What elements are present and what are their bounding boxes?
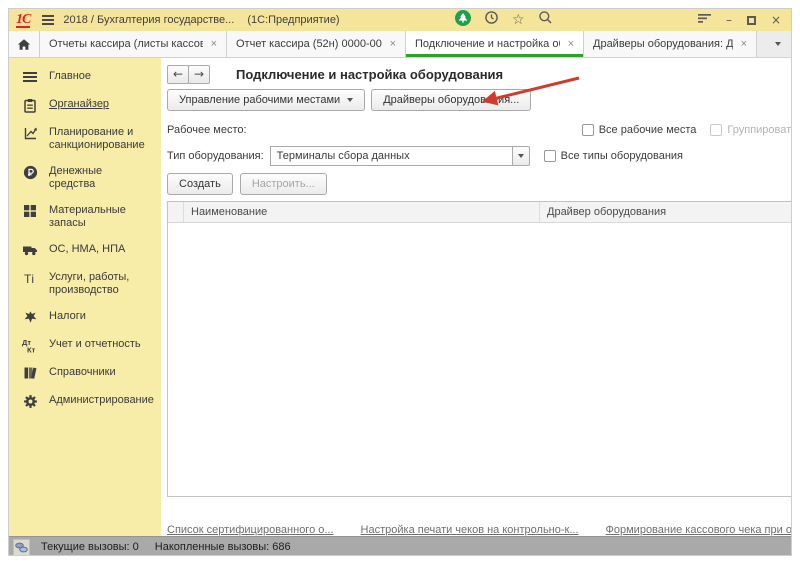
- main-menu-icon[interactable]: [42, 15, 54, 25]
- close-tab-icon[interactable]: ×: [568, 38, 574, 50]
- manage-workplaces-button[interactable]: Управление рабочими местами: [167, 89, 365, 111]
- sidebar-item-glavnoe[interactable]: Главное: [9, 63, 161, 91]
- checkbox-icon: [544, 150, 556, 162]
- accumulated-calls-status: Накопленные вызовы: 686: [155, 541, 291, 553]
- truck-icon: [22, 242, 38, 258]
- selector-column-header: [168, 202, 184, 222]
- table-header: Наименование Драйвер оборудования: [168, 202, 792, 223]
- menu-icon: [22, 69, 38, 85]
- planning-chart-icon: [22, 125, 38, 141]
- dt-kt-icon: ДтКт: [22, 337, 38, 353]
- infobase-title: 2018 / Бухгалтерия государстве...: [63, 14, 234, 26]
- sections-sidebar: Главное Органайзер Планирование и санкци…: [9, 58, 161, 536]
- equipment-type-label: Тип оборудования:: [167, 150, 264, 162]
- eagle-emblem-icon: [22, 309, 38, 325]
- sidebar-item-taxes[interactable]: Налоги: [9, 303, 161, 331]
- collapse-panels-icon[interactable]: [698, 11, 711, 29]
- form-equipment-setup: ← → Подключение и настройка оборудования…: [161, 58, 792, 536]
- chevron-down-icon: [347, 98, 353, 102]
- gear-icon: [22, 393, 38, 409]
- list-navigation: [167, 500, 792, 516]
- close-tab-icon[interactable]: ×: [741, 38, 747, 50]
- window-title: 2018 / Бухгалтерия государстве... (1С:Пр…: [63, 14, 339, 26]
- books-icon: [22, 365, 38, 381]
- forward-button[interactable]: →: [188, 65, 210, 84]
- app-window: 1С 2018 / Бухгалтерия государстве... (1С…: [8, 8, 792, 556]
- status-bar: Текущие вызовы: 0 Накопленные вызовы: 68…: [9, 536, 791, 556]
- name-column-header[interactable]: Наименование: [184, 202, 540, 222]
- sidebar-item-planning[interactable]: Планирование и санкционирование: [9, 119, 161, 158]
- equipment-type-input[interactable]: Терминалы сбора данных: [270, 146, 513, 166]
- home-icon: [17, 38, 31, 51]
- equipment-list-table[interactable]: Наименование Драйвер оборудования: [167, 201, 792, 497]
- certified-equipment-link[interactable]: Список сертифицированного о...: [167, 524, 334, 536]
- create-button[interactable]: Создать: [167, 173, 233, 195]
- workplace-label: Рабочее место:: [167, 124, 247, 136]
- home-tab[interactable]: [9, 31, 40, 57]
- title-bar: 1С 2018 / Бухгалтерия государстве... (1С…: [9, 9, 791, 31]
- svg-text:Тi: Тi: [24, 272, 34, 286]
- receipt-print-setup-link[interactable]: Настройка печати чеков на контрольно-к..…: [361, 524, 579, 536]
- footer-links: Список сертифицированного о... Настройка…: [167, 524, 792, 536]
- configure-button[interactable]: Настроить...: [240, 173, 327, 195]
- cash-receipt-link[interactable]: Формирование кассового чека при осуществ…: [606, 524, 792, 536]
- checkbox-icon: [582, 124, 594, 136]
- close-tab-icon[interactable]: ×: [211, 38, 217, 50]
- current-calls-status: Текущие вызовы: 0: [41, 541, 139, 553]
- close-tab-icon[interactable]: ×: [390, 38, 396, 50]
- sidebar-item-inventory[interactable]: Материальные запасы: [9, 197, 161, 236]
- app-name: (1С:Предприятие): [247, 14, 339, 26]
- equipment-type-dropdown-button[interactable]: [512, 146, 530, 166]
- all-workplaces-checkbox[interactable]: Все рабочие места: [582, 124, 697, 136]
- equipment-drivers-button[interactable]: Драйверы оборудования...: [371, 89, 531, 111]
- window-close-button[interactable]: ×: [771, 14, 781, 26]
- sidebar-item-accounting[interactable]: ДтКт Учет и отчетность: [9, 331, 161, 359]
- group-by-workplace-checkbox: Группировать по рабочему месту: [710, 124, 792, 136]
- sidebar-item-catalogs[interactable]: Справочники: [9, 359, 161, 387]
- page-title: Подключение и настройка оборудования: [236, 67, 503, 82]
- clipboard-icon: [22, 97, 38, 113]
- tab-equipment-drivers[interactable]: Драйверы оборудования: Драйве... ×: [584, 31, 757, 57]
- notifications-icon[interactable]: [455, 10, 471, 31]
- sidebar-item-services[interactable]: Тi Услуги, работы, производство: [9, 264, 161, 303]
- minimize-button[interactable]: –: [726, 14, 732, 26]
- server-calls-icon: [13, 539, 30, 556]
- tabs-overflow-button[interactable]: [765, 31, 791, 57]
- sidebar-item-administration[interactable]: Администрирование: [9, 387, 161, 415]
- maximize-button[interactable]: [747, 16, 756, 25]
- ruble-coin-icon: [22, 164, 38, 180]
- tab-cashier-report-52n[interactable]: Отчет кассира (52н) 0000-000045 ... ×: [227, 31, 406, 57]
- tab-bar: Отчеты кассира (листы кассовой ... × Отч…: [9, 31, 791, 58]
- back-button[interactable]: ←: [167, 65, 189, 84]
- table-body-empty[interactable]: [168, 223, 792, 496]
- history-icon[interactable]: [484, 10, 499, 30]
- all-types-checkbox[interactable]: Все типы оборудования: [544, 150, 683, 162]
- svg-text:Кт: Кт: [27, 345, 36, 353]
- tab-equipment-setup[interactable]: Подключение и настройка обору... ×: [406, 31, 584, 57]
- favorites-icon[interactable]: ☆: [512, 13, 525, 27]
- sidebar-item-organizer[interactable]: Органайзер: [9, 91, 161, 119]
- sidebar-item-os-nma[interactable]: ОС, НМА, НПА: [9, 236, 161, 264]
- 1c-logo: 1С: [16, 13, 30, 28]
- blocks-icon: [22, 203, 38, 219]
- search-icon[interactable]: [538, 10, 553, 30]
- checkbox-icon: [710, 124, 722, 136]
- chevron-down-icon: [775, 42, 781, 46]
- services-ti-icon: Тi: [22, 270, 38, 286]
- tab-cashier-reports[interactable]: Отчеты кассира (листы кассовой ... ×: [40, 31, 227, 57]
- driver-column-header[interactable]: Драйвер оборудования: [540, 202, 792, 222]
- chevron-down-icon: [518, 154, 524, 158]
- sidebar-item-money[interactable]: Денежные средства: [9, 158, 161, 197]
